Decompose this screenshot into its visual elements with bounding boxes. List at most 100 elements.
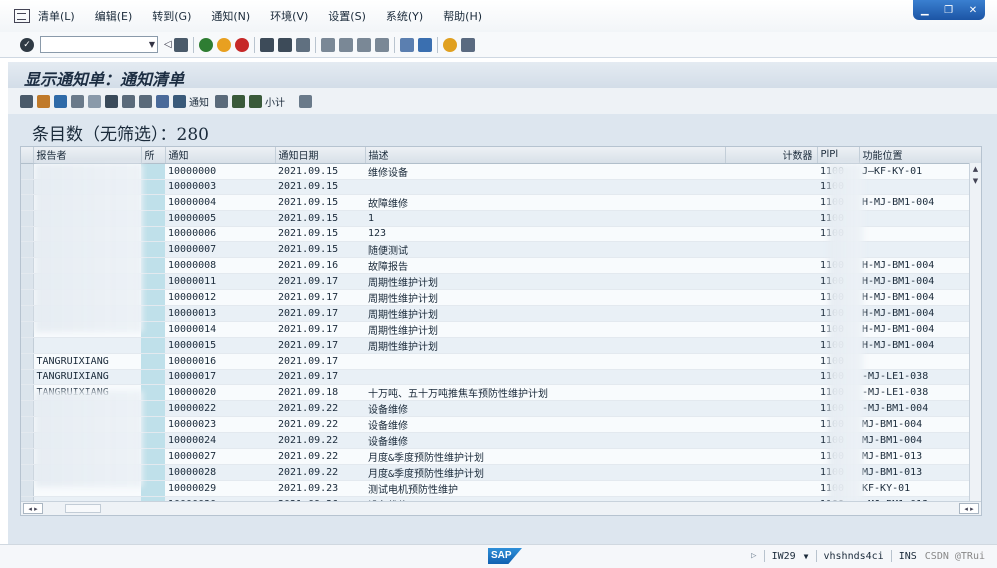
row-selector[interactable]: [21, 321, 34, 338]
menu-list[interactable]: 清单(L): [38, 8, 75, 24]
minimize-icon[interactable]: ▁: [921, 5, 929, 16]
cell-date[interactable]: 2021.09.15: [275, 210, 365, 227]
cell-functional-location[interactable]: MJ-BM1-004: [859, 432, 981, 449]
cell-counter[interactable]: [725, 321, 817, 338]
cell-functional-location[interactable]: [859, 210, 981, 227]
cell-counter[interactable]: [725, 273, 817, 290]
cell-location[interactable]: [141, 273, 165, 290]
cell-date[interactable]: 2021.09.17: [275, 321, 365, 338]
export-icon[interactable]: [173, 94, 186, 108]
row-selector[interactable]: [21, 480, 34, 497]
cell-functional-location[interactable]: [859, 179, 981, 195]
cell-date[interactable]: 2021.09.23: [275, 480, 365, 497]
cell-location[interactable]: [141, 369, 165, 385]
save-icon[interactable]: [173, 37, 188, 52]
cell-description[interactable]: [365, 369, 725, 385]
cell-location[interactable]: [141, 400, 165, 417]
cell-functional-location[interactable]: H-MJ-BM1-004: [859, 321, 981, 338]
cell-functional-location[interactable]: [859, 241, 981, 258]
cell-counter[interactable]: [725, 369, 817, 385]
cell-description[interactable]: 周期性维护计划: [365, 337, 725, 354]
chevron-down-icon[interactable]: ▼: [149, 37, 155, 52]
print-icon[interactable]: [259, 37, 274, 52]
print-list-icon[interactable]: [105, 94, 118, 108]
layout-menu-icon[interactable]: [460, 37, 475, 52]
cell-description[interactable]: 设备维修: [365, 432, 725, 449]
row-selector[interactable]: [21, 400, 34, 417]
cell-functional-location[interactable]: J—KF-KY-01: [859, 163, 981, 180]
cell-reporter[interactable]: TANGRUIXIANG: [33, 369, 141, 385]
cell-description[interactable]: 故障维修: [365, 194, 725, 211]
cell-notification[interactable]: 10000014: [165, 321, 275, 338]
cell-notification[interactable]: 10000015: [165, 337, 275, 354]
menu-help[interactable]: 帮助(H): [443, 8, 482, 24]
cell-functional-location[interactable]: MJ-BM1-004: [859, 416, 981, 433]
cell-description[interactable]: 周期性维护计划: [365, 273, 725, 290]
cell-counter[interactable]: [725, 416, 817, 433]
back-arrow-icon[interactable]: ◁: [164, 39, 172, 50]
menu-notification[interactable]: 通知(N): [211, 8, 250, 24]
cell-date[interactable]: 2021.09.22: [275, 464, 365, 481]
cancel-icon[interactable]: [234, 37, 249, 52]
row-selector[interactable]: [21, 257, 34, 274]
menu-environment[interactable]: 环境(V): [270, 8, 308, 24]
cell-location[interactable]: [141, 289, 165, 306]
cell-location[interactable]: [141, 384, 165, 401]
col-notification[interactable]: 通知: [165, 147, 276, 164]
cell-notification[interactable]: 10000024: [165, 432, 275, 449]
cell-functional-location[interactable]: MJ-BM1-013: [859, 448, 981, 465]
cell-notification[interactable]: 10000007: [165, 241, 275, 258]
cell-date[interactable]: 2021.09.15: [275, 194, 365, 211]
cell-location[interactable]: [141, 226, 165, 242]
cell-notification[interactable]: 10000003: [165, 179, 275, 195]
select-all-cell[interactable]: [21, 147, 34, 164]
cell-description[interactable]: 设备维修: [365, 416, 725, 433]
cell-date[interactable]: 2021.09.16: [275, 257, 365, 274]
row-selector[interactable]: [21, 210, 34, 227]
cell-description[interactable]: 周期性维护计划: [365, 289, 725, 306]
cell-date[interactable]: 2021.09.18: [275, 384, 365, 401]
cell-description[interactable]: 维修设备: [365, 163, 725, 180]
change-layout-icon[interactable]: [156, 94, 169, 108]
row-selector[interactable]: [21, 353, 34, 370]
insert-mode[interactable]: INS: [899, 551, 917, 562]
row-selector[interactable]: [21, 289, 34, 306]
cell-functional-location[interactable]: KF-KY-01: [859, 480, 981, 497]
row-selector[interactable]: [21, 369, 34, 385]
cell-counter[interactable]: [725, 163, 817, 180]
cell-description[interactable]: 1: [365, 210, 725, 227]
cell-location[interactable]: [141, 480, 165, 497]
cell-date[interactable]: 2021.09.22: [275, 400, 365, 417]
cell-notification[interactable]: 10000029: [165, 480, 275, 497]
cell-date[interactable]: 2021.09.17: [275, 369, 365, 385]
col-description[interactable]: 描述: [365, 147, 726, 164]
row-selector[interactable]: [21, 432, 34, 449]
cell-location[interactable]: [141, 321, 165, 338]
row-selector[interactable]: [21, 464, 34, 481]
cell-counter[interactable]: [725, 289, 817, 306]
status-expand-icon[interactable]: ▷: [751, 551, 756, 561]
cell-notification[interactable]: 10000016: [165, 353, 275, 370]
cell-counter[interactable]: [725, 194, 817, 211]
cell-location[interactable]: [141, 448, 165, 465]
cell-counter[interactable]: [725, 384, 817, 401]
col-date[interactable]: 通知日期: [275, 147, 366, 164]
col-plant[interactable]: PlPl: [817, 147, 860, 164]
cell-description[interactable]: 周期性维护计划: [365, 321, 725, 338]
row-selector[interactable]: [21, 273, 34, 290]
new-session-icon[interactable]: [399, 37, 414, 52]
transaction-code[interactable]: IW29: [772, 551, 796, 562]
cell-date[interactable]: 2021.09.17: [275, 353, 365, 370]
cell-location[interactable]: [141, 432, 165, 449]
cell-description[interactable]: 123: [365, 226, 725, 242]
cell-location[interactable]: [141, 210, 165, 227]
restore-icon[interactable]: ❐: [944, 5, 953, 16]
cell-date[interactable]: 2021.09.15: [275, 179, 365, 195]
next-page-icon[interactable]: [356, 37, 371, 52]
cell-counter[interactable]: [725, 480, 817, 497]
cell-date[interactable]: 2021.09.22: [275, 416, 365, 433]
cell-functional-location[interactable]: -MJ-LE1-038: [859, 369, 981, 385]
filter-icon[interactable]: [122, 94, 135, 108]
cell-functional-location[interactable]: H-MJ-BM1-004: [859, 273, 981, 290]
document-icon[interactable]: [215, 94, 228, 108]
